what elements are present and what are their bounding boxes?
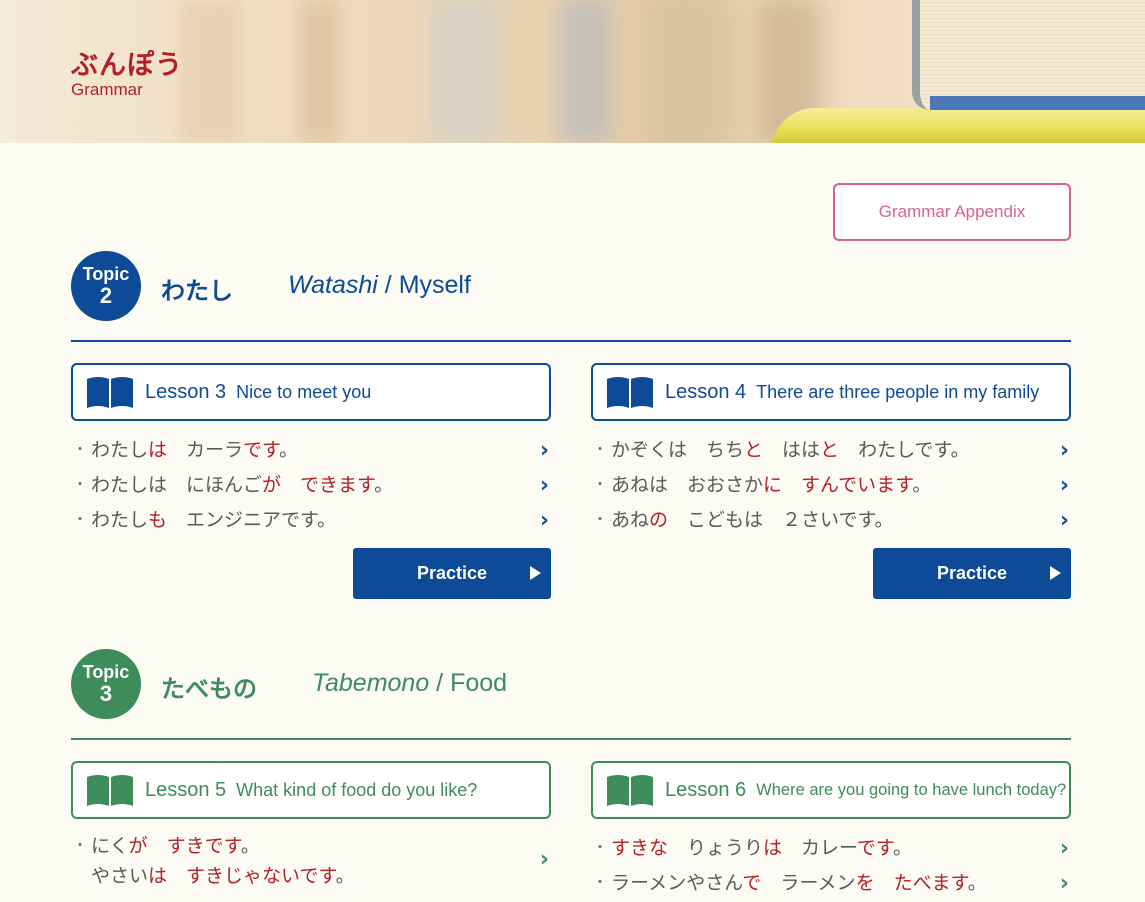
- topic-title-jp: わたし: [161, 277, 233, 305]
- topic-title-en: Watashi / Myself: [288, 271, 471, 299]
- topic-title-jp: たべもの: [161, 675, 257, 703]
- grammar-item[interactable]: ・わたしは にほんごが できます。 ›: [71, 468, 551, 503]
- chevron-right-icon: ›: [1059, 508, 1069, 533]
- practice-button[interactable]: Practice: [873, 548, 1071, 599]
- chevron-right-icon: ›: [1059, 438, 1069, 463]
- page-subtitle: Grammar: [71, 80, 143, 99]
- header-banner: ぶんぽう Grammar: [0, 0, 1145, 143]
- grammar-item[interactable]: ・わたしも エンジニアです。 ›: [71, 503, 551, 538]
- lesson-4-header[interactable]: Lesson 4 There are three people in my fa…: [591, 363, 1071, 421]
- grammar-item[interactable]: ・ラーメンやさんで ラーメンを たべます。 ›: [591, 866, 1071, 901]
- grammar-item[interactable]: ・あねは おおさかに すんでいます。 ›: [591, 468, 1071, 503]
- book-image: [770, 108, 1145, 143]
- chevron-right-icon: ›: [539, 508, 549, 533]
- grammar-item[interactable]: ・わたしは カーラです。 ›: [71, 433, 551, 468]
- chevron-right-icon: ›: [539, 847, 549, 872]
- chevron-right-icon: ›: [539, 438, 549, 463]
- play-triangle-icon: [530, 566, 541, 580]
- open-book-icon: [607, 775, 653, 806]
- lesson-3-header[interactable]: Lesson 3 Nice to meet you: [71, 363, 551, 421]
- grammar-appendix-button[interactable]: Grammar Appendix: [833, 183, 1071, 241]
- practice-button[interactable]: Practice: [353, 548, 551, 599]
- open-book-icon: [87, 775, 133, 806]
- grammar-item[interactable]: ・あねの こどもは ２さいです。 ›: [591, 503, 1071, 538]
- divider: [71, 340, 1071, 342]
- play-triangle-icon: [1050, 566, 1061, 580]
- chevron-right-icon: ›: [1059, 473, 1069, 498]
- chevron-right-icon: ›: [1059, 836, 1069, 861]
- chevron-right-icon: ›: [1059, 871, 1069, 896]
- chevron-right-icon: ›: [539, 473, 549, 498]
- open-book-icon: [607, 377, 653, 408]
- grammar-item[interactable]: ・すきな りょうりは カレーです。 ›: [591, 831, 1071, 866]
- lesson-5-header[interactable]: Lesson 5 What kind of food do you like?: [71, 761, 551, 819]
- topic-badge: Topic 3: [71, 649, 141, 719]
- divider: [71, 738, 1071, 740]
- page-title: ぶんぽう: [71, 50, 183, 81]
- topic-title-en: Tabemono / Food: [312, 669, 508, 697]
- topic-badge: Topic 2: [71, 251, 141, 321]
- lesson-6-header[interactable]: Lesson 6 Where are you going to have lun…: [591, 761, 1071, 819]
- grammar-item[interactable]: ・かぞくは ちちと ははと わたしです。 ›: [591, 433, 1071, 468]
- open-book-icon: [87, 377, 133, 408]
- grammar-item[interactable]: ・にくが すきです。 やさいは すきじゃないです。 ›: [71, 831, 551, 893]
